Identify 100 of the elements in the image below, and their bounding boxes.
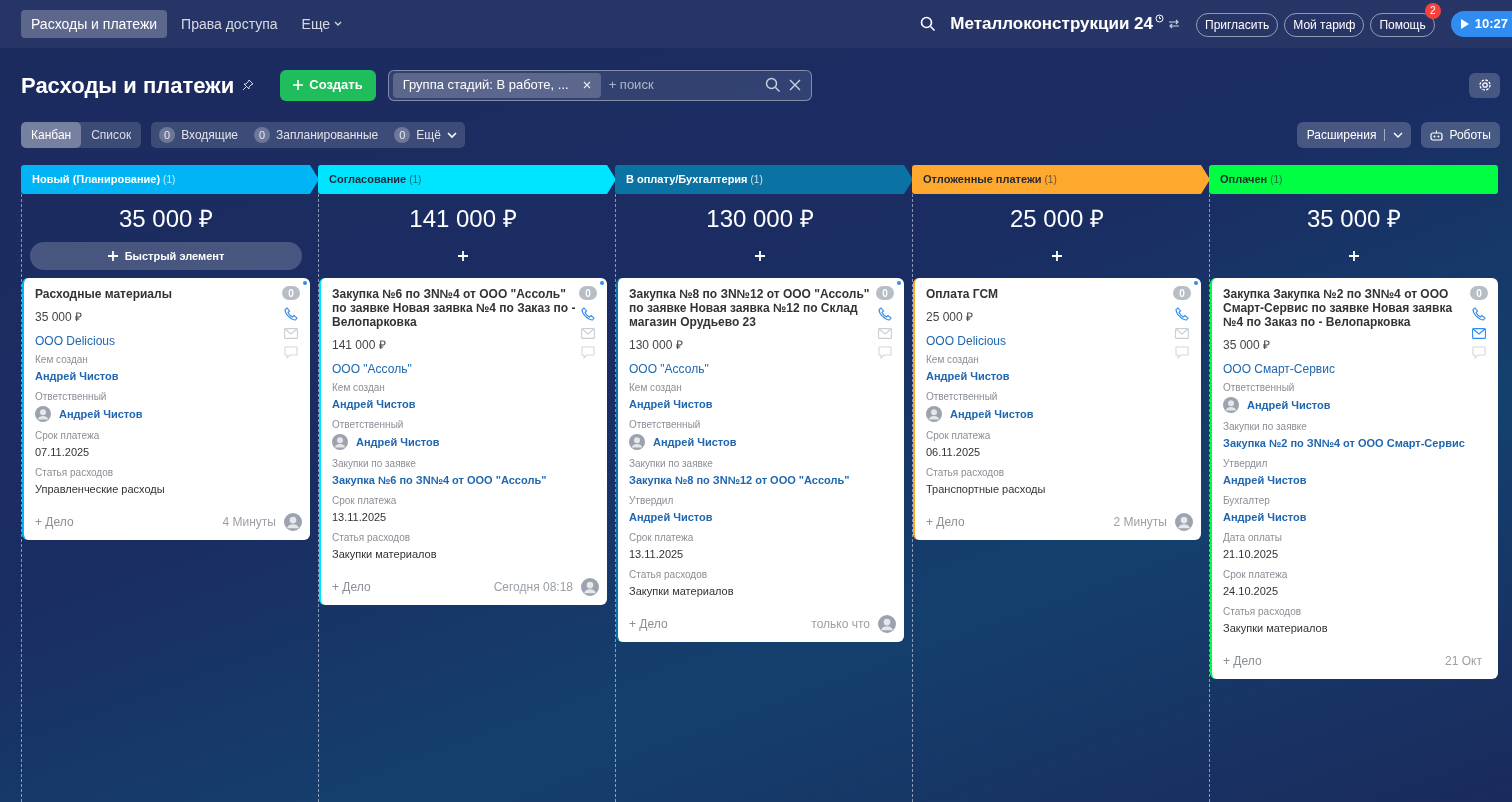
field-label: Срок платежа xyxy=(1223,567,1289,581)
field-value: 13.11.2025 xyxy=(332,509,388,524)
plus-icon xyxy=(293,80,304,90)
nav-tab[interactable]: Расходы и платежи xyxy=(21,10,168,38)
swap-arrows-icon[interactable] xyxy=(1168,19,1180,29)
field-link[interactable]: Закупка №6 по ЗN№4 от ООО "Ассоль" xyxy=(332,472,577,487)
stage-count: (1) xyxy=(1044,173,1057,187)
email-icon[interactable] xyxy=(1472,328,1486,339)
card-title[interactable]: Расходные материалы xyxy=(35,287,280,301)
portal-name[interactable]: Металлоконструкции 24 xyxy=(950,11,1153,37)
view-tab[interactable]: Канбан xyxy=(21,122,82,148)
nav-tab[interactable]: Права доступа xyxy=(171,10,288,38)
time-tracker-button[interactable]: 10:27 xyxy=(1450,11,1512,37)
company-link[interactable]: ООО Смарт-Сервис xyxy=(1223,360,1468,378)
card-time: только что xyxy=(811,615,870,633)
add-icon[interactable] xyxy=(1349,251,1359,261)
quick-add-button[interactable]: Быстрый элемент xyxy=(30,242,302,270)
extensions-button[interactable]: Расширения xyxy=(1296,122,1412,148)
company-link[interactable]: ООО Delicious xyxy=(926,332,1171,350)
field-label: Статья расходов xyxy=(1223,604,1303,618)
stage-header[interactable]: Отложенные платежи (1) xyxy=(912,165,1210,194)
user-link[interactable]: Андрей Чистов xyxy=(950,406,1034,423)
company-link[interactable]: ООО "Ассоль" xyxy=(629,360,874,378)
settings-button[interactable] xyxy=(1469,72,1500,98)
counter-filter[interactable]: 0 Ещё xyxy=(394,126,457,144)
card-time: Сегодня 08:18 xyxy=(493,578,573,596)
field-label: Кем создан xyxy=(926,353,980,366)
field-link[interactable]: Закупка №2 по ЗN№4 от ООО Смарт-Сервис xyxy=(1223,435,1468,450)
field-label: Статья расходов xyxy=(629,567,709,581)
counter-badge: 0 xyxy=(254,127,271,143)
deal-card[interactable] xyxy=(616,278,904,642)
search-icon[interactable] xyxy=(764,77,781,93)
stage-sum: 130 000 ₽ xyxy=(705,204,815,234)
counter-badge: 0 xyxy=(1173,286,1191,300)
company-link[interactable]: ООО Delicious xyxy=(35,332,280,350)
field-value: Закупки материалов xyxy=(629,583,735,598)
card-title[interactable]: Закупка №6 по ЗN№4 от ООО "Ассоль" по заявке Новая заявка №4 по Заказ по - Велопарковка xyxy=(332,287,577,329)
search-icon[interactable] xyxy=(920,16,937,32)
field-link[interactable]: Андрей Чистов xyxy=(629,397,874,411)
field-link[interactable]: Андрей Чистов xyxy=(1223,509,1468,524)
add-activity-link[interactable]: + Дело xyxy=(629,614,668,633)
counter-filter[interactable]: 0 Запланированные xyxy=(254,126,379,144)
field-label: Статья расходов xyxy=(926,465,1006,479)
deal-card[interactable]: Оплата ГСМ 25 000 ₽ ООО Delicious Кем создан Андрей Чистов Ответственный Андрей Чистов Срок платежа 06.11.2025 Статья расходов Транспортные расходы 0 + Дело 2 Минуты xyxy=(913,278,1201,540)
add-icon[interactable] xyxy=(755,251,765,261)
field-link[interactable]: Андрей Чистов xyxy=(332,397,577,411)
field-link[interactable]: Андрей Чистов xyxy=(926,369,1171,383)
phone-icon[interactable] xyxy=(1175,307,1189,321)
close-icon[interactable] xyxy=(788,79,801,91)
filter-chip[interactable]: Группа стадий: В работе, ... xyxy=(392,72,601,98)
deal-card[interactable]: Расходные материалы 35 000 ₽ ООО Delicious Кем создан Андрей Чистов Ответственный Андрей Чистов Срок платежа 07.11.2025 Статья расходов Управленческие расходы 0 + Дело 4 Минуты xyxy=(22,278,310,540)
stage-sum: 25 000 ₽ xyxy=(1008,204,1106,234)
plus-icon xyxy=(107,251,118,261)
add-icon[interactable] xyxy=(1052,251,1062,261)
stage-header[interactable]: Оплачен (1) xyxy=(1209,165,1498,194)
phone-icon[interactable] xyxy=(581,307,595,321)
stage-header[interactable]: Согласование (1) xyxy=(318,165,616,194)
field-link[interactable]: Андрей Чистов xyxy=(629,509,874,524)
robots-button[interactable]: Роботы xyxy=(1421,122,1500,148)
field-label: Закупки по заявке xyxy=(629,456,714,470)
phone-icon[interactable] xyxy=(1472,307,1486,321)
add-activity-link[interactable]: + Дело xyxy=(332,577,371,596)
search-filter-field[interactable]: Группа стадий: В работе, ... + поиск xyxy=(387,69,812,101)
field-link[interactable]: Андрей Чистов xyxy=(35,369,280,383)
view-tab[interactable]: Список xyxy=(81,122,142,148)
add-icon[interactable] xyxy=(458,251,468,261)
phone-icon[interactable] xyxy=(284,307,298,321)
pin-icon[interactable] xyxy=(242,79,255,91)
user-link[interactable]: Андрей Чистов xyxy=(653,434,737,451)
card-title[interactable]: Оплата ГСМ xyxy=(926,287,1171,301)
field-link[interactable]: Андрей Чистов xyxy=(1223,472,1468,487)
field-value: 06.11.2025 xyxy=(926,444,982,459)
add-activity-link[interactable]: + Дело xyxy=(1223,651,1262,670)
company-link[interactable]: ООО "Ассоль" xyxy=(332,360,577,378)
stage-header[interactable]: В оплату/Бухгалтерия (1) xyxy=(615,165,913,194)
stage-title: Оплачен xyxy=(1220,172,1268,188)
user-link[interactable]: Андрей Чистов xyxy=(356,434,440,451)
counter-badge: 0 xyxy=(579,286,597,300)
stage-title: Отложенные платежи xyxy=(923,172,1042,188)
field-label: Ответственный xyxy=(35,390,108,403)
close-icon[interactable] xyxy=(582,81,591,89)
user-link[interactable]: Андрей Чистов xyxy=(1247,397,1331,414)
avatar-icon xyxy=(926,406,942,423)
field-label: Утвердил xyxy=(1223,456,1269,470)
notification-badge: 2 xyxy=(1424,2,1441,19)
user-link[interactable]: Андрей Чистов xyxy=(59,406,143,423)
counter-badge: 0 xyxy=(394,127,411,143)
add-activity-link[interactable]: + Дело xyxy=(35,512,74,531)
phone-icon[interactable] xyxy=(878,307,892,321)
card-title[interactable]: Закупка Закупка №2 по ЗN№4 от ООО Смарт-Сервис по заявке Новая заявка №4 по Заказ по - Велопарковка xyxy=(1223,287,1468,329)
avatar-icon xyxy=(35,406,51,423)
card-title[interactable]: Закупка №8 по ЗN№12 от ООО "Ассоль" по заявке Новая заявка №12 по Склад магазин Орудьево 23 xyxy=(629,287,874,329)
card-amount: 35 000 ₽ xyxy=(1223,337,1272,354)
more-menu-button[interactable]: Еще xyxy=(291,10,353,38)
avatar-icon xyxy=(629,434,645,451)
counter-filter[interactable]: 0 Входящие xyxy=(159,126,239,144)
field-label: Ответственный xyxy=(1223,381,1296,394)
settings-icon xyxy=(1477,78,1492,92)
field-link[interactable]: Закупка №8 по ЗN№12 от ООО "Ассоль" xyxy=(629,472,874,487)
add-activity-link[interactable]: + Дело xyxy=(926,512,965,531)
